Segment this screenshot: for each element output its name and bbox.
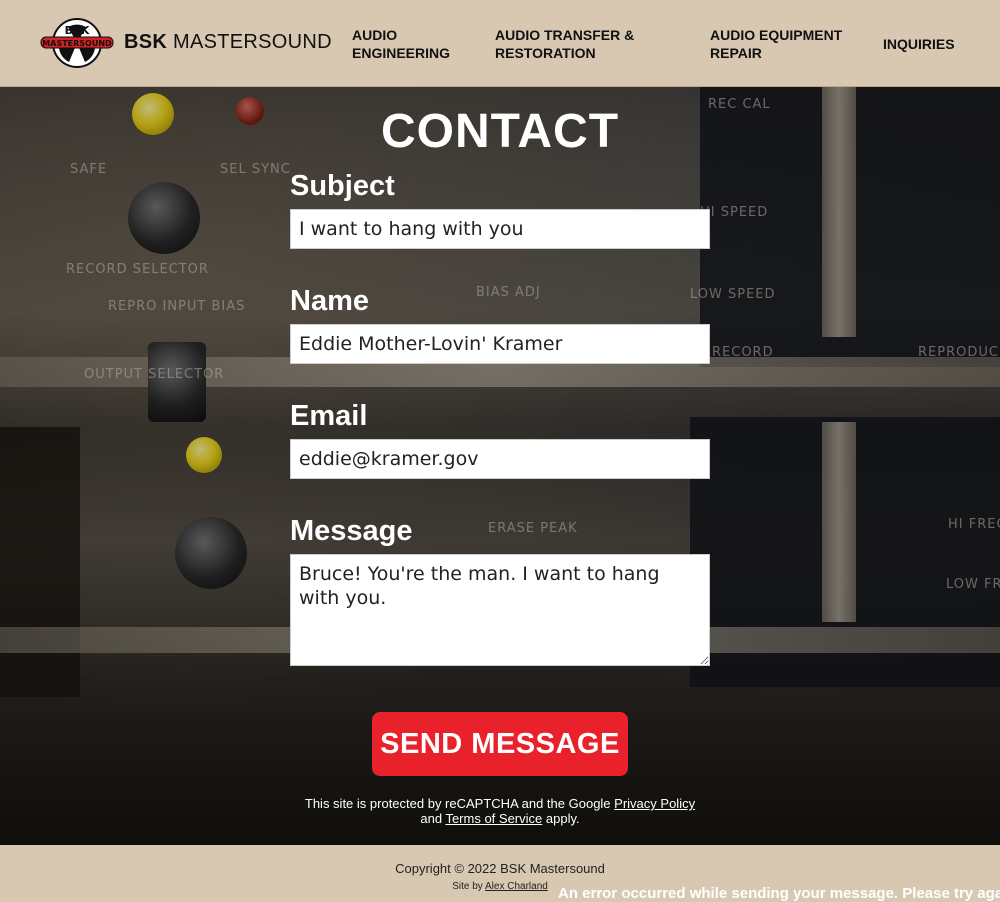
nav-label-line2: REPAIR — [710, 44, 762, 61]
subject-input[interactable] — [290, 209, 710, 249]
page-title: CONTACT — [380, 105, 620, 158]
recaptcha-notice: This site is protected by reCAPTCHA and … — [0, 796, 1000, 826]
send-message-button[interactable]: SEND MESSAGE — [372, 712, 628, 776]
brand-logo[interactable]: MASTERSOUND BSK — [40, 18, 114, 68]
logo-band-text: MASTERSOUND — [42, 39, 112, 48]
message-textarea[interactable]: Bruce! You're the man. I want to hang wi… — [290, 554, 710, 666]
nav-audio-transfer-restoration[interactable]: AUDIO TRANSFER & RESTORATION — [495, 0, 634, 87]
copyright-text: Copyright © 2022 BSK Mastersound — [395, 861, 605, 876]
nav-label-line1: AUDIO TRANSFER & — [495, 26, 635, 43]
email-label: Email — [290, 400, 368, 432]
name-input[interactable] — [290, 324, 710, 364]
brand-name-bold: BSK — [124, 31, 168, 53]
nav-inquiries[interactable]: INQUIRIES — [883, 0, 955, 87]
brand-name-rest: MASTERSOUND — [173, 31, 332, 53]
nav-audio-equipment-repair[interactable]: AUDIO EQUIPMENT REPAIR — [710, 0, 842, 87]
nav-label-line2: RESTORATION — [495, 44, 596, 61]
name-label: Name — [290, 285, 369, 317]
site-credit-text: Site by — [452, 881, 483, 892]
nav-label-line1: INQUIRIES — [883, 35, 955, 52]
nav-label-line1: AUDIO — [352, 26, 398, 43]
recaptcha-text: apply. — [545, 811, 580, 826]
author-link[interactable]: Alex Charland — [485, 881, 548, 892]
logo-top-text: BSK — [65, 24, 90, 37]
brand-name[interactable]: BSK MASTERSOUND — [124, 31, 332, 54]
nav-audio-engineering[interactable]: AUDIO ENGINEERING — [352, 0, 450, 87]
message-label: Message — [290, 515, 413, 547]
privacy-policy-link[interactable]: Privacy Policy — [614, 796, 695, 811]
nav-label-line1: AUDIO EQUIPMENT — [710, 26, 843, 43]
site-header: MASTERSOUND BSK BSK MASTERSOUND AUDIO ENG… — [0, 0, 1000, 87]
subject-label: Subject — [290, 170, 395, 202]
terms-of-service-link[interactable]: Terms of Service — [445, 811, 542, 826]
recaptcha-text: and — [420, 811, 443, 826]
email-input[interactable] — [290, 439, 710, 479]
recaptcha-text: This site is protected by reCAPTCHA and … — [304, 796, 611, 811]
nav-label-line2: ENGINEERING — [352, 44, 451, 61]
error-toast: An error occurred while sending your mes… — [558, 885, 1000, 902]
logo-reel-icon: MASTERSOUND BSK — [40, 18, 114, 68]
